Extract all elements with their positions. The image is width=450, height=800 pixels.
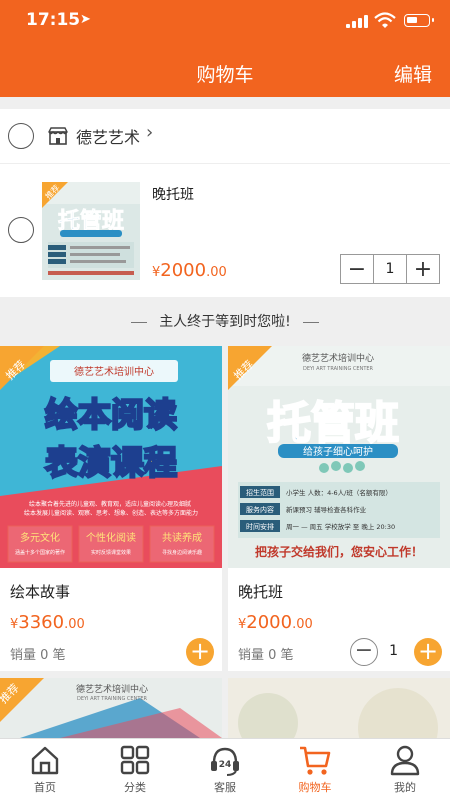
recommend-divider: 主人终于等到时您啦!: [0, 311, 450, 331]
svg-text:多元文化: 多元文化: [20, 531, 60, 544]
tab-label: 首页: [34, 781, 56, 794]
add-to-cart-button[interactable]: +: [186, 638, 214, 666]
svg-text:新课预习 辅导检查各科作业: 新课预习 辅导检查各科作业: [286, 505, 367, 514]
tab-label: 我的: [394, 781, 416, 794]
product-name: 晚托班: [238, 583, 284, 601]
product-image: 德艺艺术培训中心 DEYI ART TRAINING CENTER 托管班 给孩…: [228, 346, 450, 568]
battery-icon: [404, 14, 434, 27]
svg-text:个性化阅读: 个性化阅读: [86, 531, 136, 544]
product-price: ¥2000.00: [238, 612, 313, 633]
cart-section: 德艺艺术 › 托管班 推荐 晚托班 ¥2000.00 − 1 +: [0, 109, 450, 297]
svg-text:DEYI ART TRAINING CENTER: DEYI ART TRAINING CENTER: [77, 696, 148, 702]
signal-icon: [346, 14, 368, 28]
product-sales: 销量 0 笔: [238, 648, 294, 663]
top-bar: 17:15 ➤ 购物车 编辑: [0, 0, 450, 97]
svg-text:托管班: 托管班: [267, 398, 399, 449]
price-decimal: .00: [64, 617, 85, 632]
card-quantity: 1: [389, 643, 398, 659]
svg-text:表演课程: 表演课程: [45, 443, 177, 482]
svg-text:德艺艺术培训中心: 德艺艺术培训中心: [74, 365, 154, 378]
product-card[interactable]: 德艺艺术培训中心 绘本阅读 表演课程 绘本聚合着先进的儿童观、教育观，适应儿童阅…: [0, 346, 222, 671]
svg-text:寻找身边阅读乐趣: 寻找身边阅读乐趣: [162, 549, 202, 556]
tab-home[interactable]: 首页: [0, 739, 90, 800]
item-thumbnail[interactable]: 托管班 推荐: [42, 182, 140, 280]
price-decimal: .00: [206, 265, 227, 280]
product-sales: 销量 0 笔: [10, 648, 66, 663]
tab-cart[interactable]: 购物车: [270, 739, 360, 800]
person-icon: [390, 745, 420, 776]
location-arrow-icon: ➤: [80, 12, 91, 27]
tab-label: 客服: [214, 781, 236, 794]
svg-text:给孩子细心呵护: 给孩子细心呵护: [303, 445, 373, 458]
price-decimal: .00: [292, 617, 313, 632]
tab-profile[interactable]: 我的: [360, 739, 450, 800]
quantity-stepper: − 1 +: [340, 254, 440, 284]
product-name: 绘本故事: [10, 583, 71, 601]
shop-row[interactable]: 德艺艺术 ›: [0, 109, 450, 164]
price-integer: 2000: [160, 260, 207, 281]
svg-text:24: 24: [219, 760, 232, 770]
svg-text:时间安排: 时间安排: [246, 522, 274, 531]
shop-icon: [48, 127, 68, 145]
shop-name: 德艺艺术: [76, 128, 141, 147]
svg-text:绘本阅读: 绘本阅读: [45, 395, 177, 434]
item-price: ¥2000.00: [152, 260, 227, 281]
remove-from-cart-button[interactable]: −: [350, 638, 378, 666]
svg-text:周一 — 周五 学校放学 至 晚上 20:30: 周一 — 周五 学校放学 至 晚上 20:30: [286, 522, 395, 531]
headset-icon: 24: [211, 747, 239, 776]
tab-label: 分类: [124, 781, 146, 794]
recommend-divider-text: 主人终于等到时您啦!: [159, 314, 291, 330]
price-integer: 3360: [18, 612, 65, 633]
svg-text:涵盖十多个国家的著作: 涵盖十多个国家的著作: [15, 549, 65, 556]
svg-text:共读养成: 共读养成: [162, 531, 202, 544]
price-integer: 2000: [246, 612, 293, 633]
svg-text:德艺艺术培训中心: 德艺艺术培训中心: [76, 683, 148, 695]
product-price: ¥3360.00: [10, 612, 85, 633]
status-time: 17:15: [26, 10, 81, 30]
home-icon: [31, 746, 59, 775]
increase-button[interactable]: +: [407, 255, 439, 283]
status-bar: 17:15 ➤: [0, 8, 450, 34]
svg-text:实时反馈课堂效果: 实时反馈课堂效果: [91, 549, 131, 556]
partial-photo: [228, 678, 450, 738]
svg-text:DEYI ART TRAINING CENTER: DEYI ART TRAINING CENTER: [303, 366, 374, 372]
shop-select-checkbox[interactable]: [8, 123, 34, 149]
decrease-button[interactable]: −: [341, 255, 373, 283]
grid-icon: [120, 745, 150, 775]
product-image: 德艺艺术培训中心 绘本阅读 表演课程 绘本聚合着先进的儿童观、教育观，适应儿童阅…: [0, 346, 222, 568]
product-card[interactable]: 德艺艺术培训中心 DEYI ART TRAINING CENTER 托管班 给孩…: [228, 346, 450, 671]
tab-category[interactable]: 分类: [90, 739, 180, 800]
item-select-checkbox[interactable]: [8, 217, 34, 243]
edit-button[interactable]: 编辑: [394, 60, 432, 87]
svg-text:服务内容: 服务内容: [246, 505, 274, 514]
svg-text:德艺艺术培训中心: 德艺艺术培训中心: [302, 352, 374, 364]
page-title: 购物车: [196, 64, 254, 86]
tutoring-poster-thumb: 托管班 推荐: [42, 182, 140, 280]
tab-bar: 首页 分类 24 客服 购物车 我的: [0, 738, 450, 800]
tab-label: 购物车: [298, 781, 332, 794]
product-card-partial[interactable]: [228, 678, 450, 738]
tab-service[interactable]: 24 客服: [180, 739, 270, 800]
partial-poster: 德艺艺术培训中心 DEYI ART TRAINING CENTER 推荐: [0, 678, 222, 738]
svg-text:小学生 人数：4-6人/班（名额有限）: 小学生 人数：4-6人/班（名额有限）: [286, 488, 392, 497]
svg-text:招生范围: 招生范围: [246, 488, 274, 497]
product-card-partial[interactable]: 德艺艺术培训中心 DEYI ART TRAINING CENTER 推荐: [0, 678, 222, 738]
quantity-value[interactable]: 1: [373, 255, 407, 283]
add-to-cart-button[interactable]: +: [414, 638, 442, 666]
cart-icon: [300, 746, 331, 775]
item-name[interactable]: 晚托班: [152, 184, 194, 204]
wifi-icon: [374, 12, 396, 28]
svg-text:把孩子交给我们，您安心工作！: 把孩子交给我们，您安心工作！: [255, 544, 423, 559]
chevron-right-icon: ›: [146, 122, 154, 143]
